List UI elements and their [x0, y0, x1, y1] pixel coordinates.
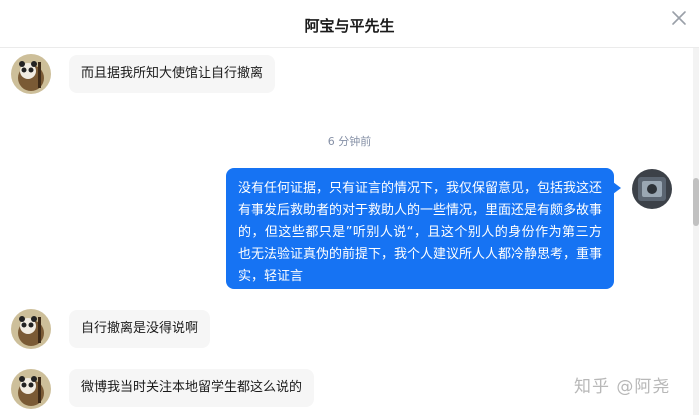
message-timestamp: 6 分钟前 — [327, 135, 372, 148]
user-avatar[interactable] — [632, 169, 672, 209]
message-text: 而且据我所知大使馆让自行撤离 — [81, 66, 264, 81]
message-bubble-incoming: 自行撤离是没得说啊 — [69, 310, 211, 348]
chat-header: 阿宝与平先生 — [0, 0, 699, 48]
contact-avatar[interactable] — [11, 369, 51, 409]
close-icon[interactable] — [669, 8, 689, 28]
watermark: 知乎 @阿尧 — [574, 377, 671, 397]
panda-avatar-icon — [11, 54, 51, 94]
chat-title: 阿宝与平先生 — [304, 17, 395, 35]
message-bubble-outgoing: 没有任何证据，只有证言的情况下，我仅保留意见，包括我这还有事发后救助者的对于救助… — [226, 168, 621, 289]
message-text: 自行撤离是没得说啊 — [81, 321, 199, 336]
contact-avatar[interactable] — [11, 309, 51, 349]
user-avatar-icon — [632, 169, 672, 209]
scrollbar-track[interactable] — [693, 48, 699, 415]
panda-avatar-icon — [11, 309, 51, 349]
message-bubble-incoming: 微博我当时关注本地留学生都这么说的 — [69, 369, 315, 407]
message-text: 微博我当时关注本地留学生都这么说的 — [81, 380, 303, 395]
contact-avatar[interactable] — [11, 54, 51, 94]
panda-avatar-icon — [11, 369, 51, 409]
scrollbar-thumb[interactable] — [693, 178, 699, 226]
message-bubble-incoming: 而且据我所知大使馆让自行撤离 — [69, 55, 276, 93]
message-text: 没有任何证据，只有证言的情况下，我仅保留意见，包括我这还有事发后救助者的对于救助… — [238, 181, 603, 284]
